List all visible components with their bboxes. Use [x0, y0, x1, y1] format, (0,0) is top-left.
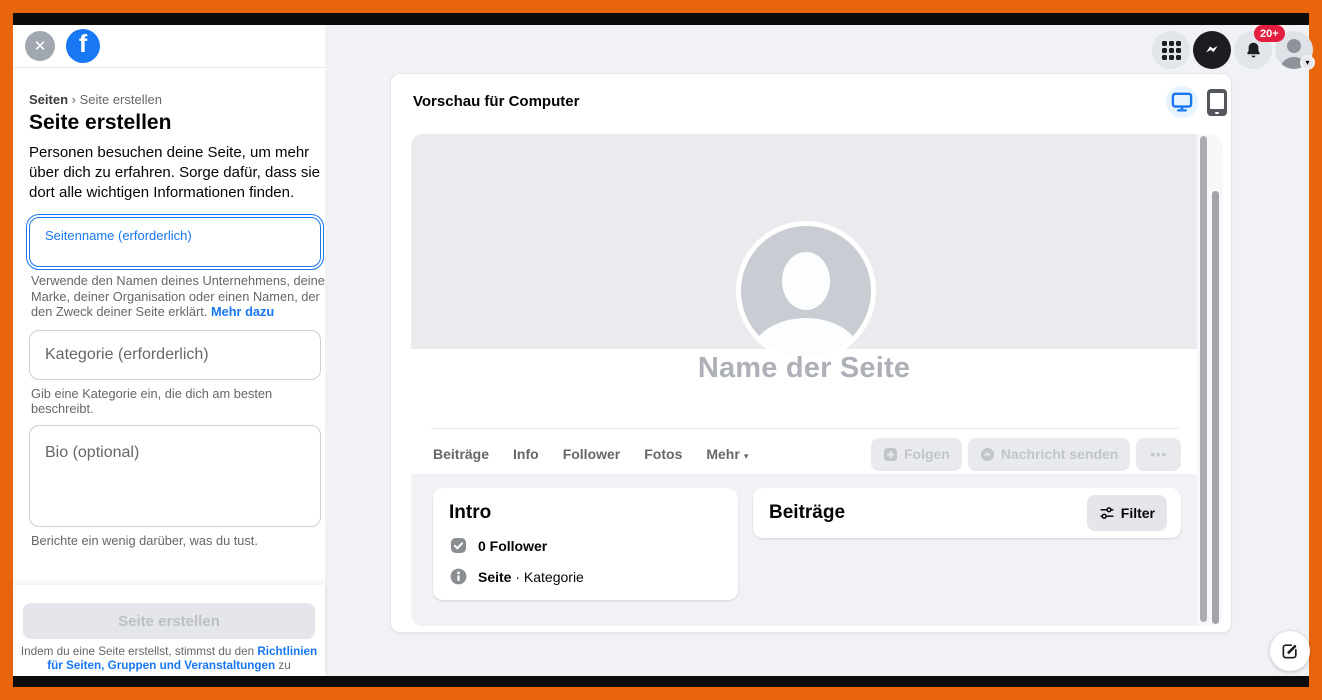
create-page-button[interactable]: Seite erstellen	[23, 603, 315, 639]
followers-row: 0 Follower	[449, 536, 722, 555]
create-page-sidebar: ✕ f Seiten › Seite erstellen Seite erste…	[13, 25, 325, 676]
preview-body-section: Intro 0 Follower	[411, 474, 1197, 626]
tab-mehr: Mehr▾	[706, 446, 748, 462]
category-helper: Gib eine Kategorie ein, die dich am best…	[31, 386, 325, 417]
main-area: 20+ ▾ Vorschau für Computer	[325, 25, 1309, 676]
page-name-helper: Verwende den Namen deines Unternehmens, …	[31, 273, 325, 320]
apps-menu-icon[interactable]	[1152, 31, 1190, 69]
legal-text: Indem du eine Seite erstellst, stimmst d…	[19, 645, 319, 672]
category-row: Seite · Kategorie	[449, 567, 722, 586]
page-type-text: Seite · Kategorie	[478, 569, 584, 585]
preview-page: Name der Seite Beiträge Info Follower Fo…	[411, 134, 1197, 626]
compose-pencil-icon	[1280, 641, 1300, 661]
category-input[interactable]: Kategorie (erforderlich)	[29, 330, 321, 380]
sidebar-body: Seiten › Seite erstellen Seite erstellen…	[13, 68, 325, 585]
page-description: Personen besuchen deine Seite, um mehr ü…	[29, 143, 323, 203]
page-name-input[interactable]: Seitenname (erforderlich)	[29, 217, 321, 267]
tab-fotos: Fotos	[644, 446, 682, 462]
page-preview-viewport: Name der Seite Beiträge Info Follower Fo…	[411, 134, 1223, 626]
messenger-icon[interactable]	[1193, 31, 1231, 69]
learn-more-link[interactable]: Mehr dazu	[211, 304, 274, 319]
filter-button: Filter	[1087, 495, 1167, 531]
page-title: Seite erstellen	[29, 111, 309, 135]
phone-icon	[1210, 93, 1224, 109]
preview-scrollbar-outer[interactable]	[1212, 191, 1219, 624]
posts-title: Beiträge	[769, 502, 845, 524]
tab-beitraege: Beiträge	[433, 446, 489, 462]
category-label: Kategorie (erforderlich)	[45, 346, 209, 364]
follow-button: Folgen	[871, 438, 962, 471]
follow-plus-icon	[883, 447, 898, 462]
followers-count: 0 Follower	[478, 538, 547, 554]
notification-count-badge: 20+	[1254, 25, 1285, 42]
bio-input[interactable]: Bio (optional)	[29, 425, 321, 527]
follower-badge-icon	[449, 536, 468, 555]
preview-scrollbar-inner[interactable]	[1200, 136, 1207, 622]
breadcrumb: Seiten › Seite erstellen	[29, 92, 309, 107]
bio-label: Bio (optional)	[45, 444, 139, 462]
messenger-small-icon	[980, 447, 995, 462]
tab-info: Info	[513, 446, 539, 462]
caret-down-icon: ▾	[744, 451, 749, 461]
grid-icon	[1162, 41, 1181, 60]
breadcrumb-root[interactable]: Seiten	[29, 92, 68, 107]
avatar-head	[782, 252, 830, 310]
app-window: ✕ f Seiten › Seite erstellen Seite erste…	[13, 13, 1309, 687]
intro-title: Intro	[449, 502, 722, 524]
bell-icon	[1243, 40, 1264, 61]
intro-card: Intro 0 Follower	[433, 488, 738, 600]
page-avatar-placeholder	[736, 221, 876, 361]
page-name-placeholder: Name der Seite	[411, 352, 1197, 385]
messenger-bolt-icon	[1202, 40, 1222, 60]
posts-card: Beiträge Filter	[753, 488, 1181, 538]
desktop-preview-toggle[interactable]	[1166, 86, 1198, 118]
info-icon	[449, 567, 468, 586]
chevron-down-icon: ▾	[1300, 55, 1315, 70]
more-actions-button: •••	[1136, 438, 1181, 471]
close-icon[interactable]: ✕	[25, 31, 55, 61]
tabs-row: Beiträge Info Follower Fotos Mehr▾	[433, 429, 1181, 479]
compose-button[interactable]	[1270, 631, 1310, 671]
screenshot-frame: ✕ f Seiten › Seite erstellen Seite erste…	[0, 0, 1322, 700]
mobile-preview-toggle[interactable]	[1207, 89, 1227, 116]
sidebar-footer: Seite erstellen Indem du eine Seite erst…	[13, 585, 325, 676]
facebook-logo-icon[interactable]: f	[66, 29, 100, 63]
send-message-button: Nachricht senden	[968, 438, 1130, 471]
sidebar-header: ✕ f	[13, 25, 325, 68]
breadcrumb-current: › Seite erstellen	[72, 92, 162, 107]
preview-panel: Vorschau für Computer	[390, 73, 1232, 633]
preview-tabs: Beiträge Info Follower Fotos Mehr▾	[433, 446, 748, 462]
preview-action-buttons: Folgen Nachricht senden •••	[871, 438, 1181, 471]
monitor-icon	[1171, 92, 1193, 112]
bio-helper: Berichte ein wenig darüber, was du tust.	[31, 533, 325, 549]
tab-follower: Follower	[563, 446, 621, 462]
page-name-label: Seitenname (erforderlich)	[45, 228, 192, 243]
filter-sliders-icon	[1099, 505, 1115, 521]
preview-title: Vorschau für Computer	[413, 93, 579, 110]
